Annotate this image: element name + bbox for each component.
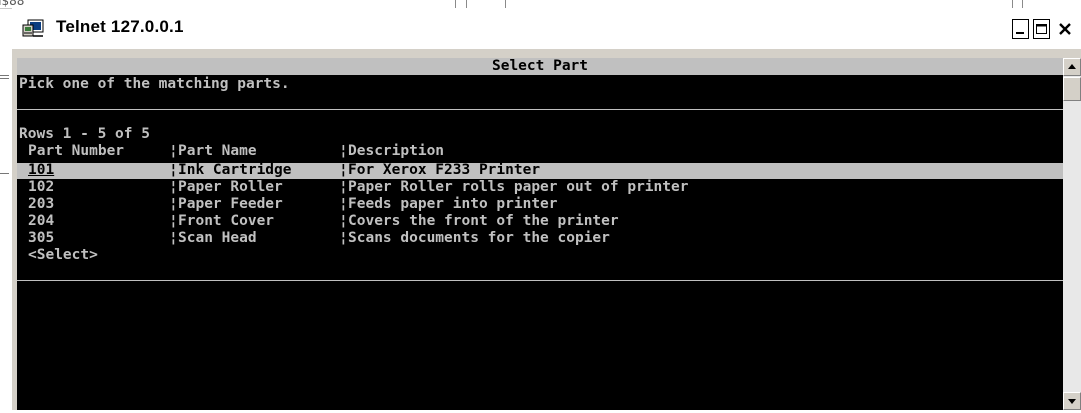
description-cell: Scans documents for the copier [348, 230, 610, 246]
separator-line [17, 109, 1063, 110]
part-name-cell: Scan Head [178, 230, 257, 246]
minimize-button[interactable] [1012, 19, 1029, 39]
background-mark [0, 75, 9, 76]
close-icon [1059, 23, 1071, 35]
part-number-cell: 101 [28, 162, 55, 178]
description-cell: Paper Roller rolls paper out of printer [348, 179, 689, 195]
screen-prompt: Pick one of the matching parts. [19, 76, 290, 92]
scroll-up-icon [1068, 64, 1076, 69]
part-number-cell: 203 [28, 196, 55, 212]
column-header-row: Part Number ¦ Part Name ¦ Description [19, 143, 1059, 160]
screen-header: Select Part [17, 58, 1063, 75]
table-row[interactable]: 102 ¦ Paper Roller ¦ Paper Roller rolls … [19, 179, 1059, 196]
part-name-cell: Paper Feeder [178, 196, 283, 212]
background-window-edge [0, 66, 12, 186]
column-divider: ¦ [169, 162, 178, 178]
background-divider [1022, 0, 1023, 8]
part-name-cell: Front Cover [178, 213, 275, 229]
close-button[interactable] [1055, 19, 1075, 39]
title-bar[interactable]: Telnet 127.0.0.1 [12, 8, 1081, 50]
part-number-cell: 305 [28, 230, 55, 246]
table-row[interactable]: 204 ¦ Front Cover ¦ Covers the front of … [19, 213, 1059, 230]
column-divider: ¦ [169, 143, 178, 159]
select-action-label: <Select> [28, 247, 98, 263]
column-divider: ¦ [169, 196, 178, 212]
column-header-description: Description [348, 143, 445, 159]
background-mark [0, 173, 9, 174]
background-divider [466, 0, 467, 8]
background-divider [1012, 0, 1013, 8]
scrollbar-thumb[interactable] [1063, 77, 1081, 101]
column-header-part-name: Part Name [178, 143, 257, 159]
background-divider [455, 0, 456, 8]
telnet-window: Telnet 127.0.0.1 Select Part Pick one of… [12, 8, 1081, 410]
rows-info: Rows 1 - 5 of 5 [19, 126, 150, 142]
column-divider: ¦ [339, 179, 348, 195]
description-cell: For Xerox F233 Printer [348, 162, 541, 178]
window-title: Telnet 127.0.0.1 [56, 17, 184, 36]
column-divider: ¦ [339, 230, 348, 246]
column-divider: ¦ [169, 179, 178, 195]
description-cell: Feeds paper into printer [348, 196, 558, 212]
minimize-icon [1016, 32, 1024, 34]
column-divider: ¦ [339, 143, 348, 159]
background-mark [0, 78, 9, 79]
column-header-part-number: Part Number [28, 143, 125, 159]
part-number-cell: 102 [28, 179, 55, 195]
scroll-down-icon [1068, 399, 1076, 404]
part-name-cell: Paper Roller [178, 179, 283, 195]
part-name-cell: Ink Cartridge [178, 162, 292, 178]
scroll-down-button[interactable] [1063, 392, 1081, 410]
background-text-fragment: I$88 [0, 0, 25, 8]
column-divider: ¦ [339, 196, 348, 212]
separator-line [17, 280, 1063, 281]
description-cell: Covers the front of the printer [348, 213, 619, 229]
column-divider: ¦ [339, 213, 348, 229]
column-divider: ¦ [339, 162, 348, 178]
column-divider: ¦ [169, 213, 178, 229]
select-action[interactable]: <Select> [19, 247, 98, 298]
telnet-app-icon [22, 19, 44, 37]
maximize-icon [1036, 24, 1047, 34]
vertical-scrollbar[interactable] [1063, 58, 1081, 410]
table-row[interactable]: 101 ¦ Ink Cartridge ¦ For Xerox F233 Pri… [19, 162, 1059, 179]
table-row[interactable]: 203 ¦ Paper Feeder ¦ Feeds paper into pr… [19, 196, 1059, 213]
column-divider: ¦ [169, 230, 178, 246]
maximize-button[interactable] [1033, 19, 1050, 39]
terminal-screen[interactable]: Select Part Pick one of the matching par… [17, 58, 1063, 410]
background-divider [505, 0, 506, 8]
table-row[interactable]: 305 ¦ Scan Head ¦ Scans documents for th… [19, 230, 1059, 247]
scroll-up-button[interactable] [1063, 58, 1081, 76]
part-number-cell: 204 [28, 213, 55, 229]
